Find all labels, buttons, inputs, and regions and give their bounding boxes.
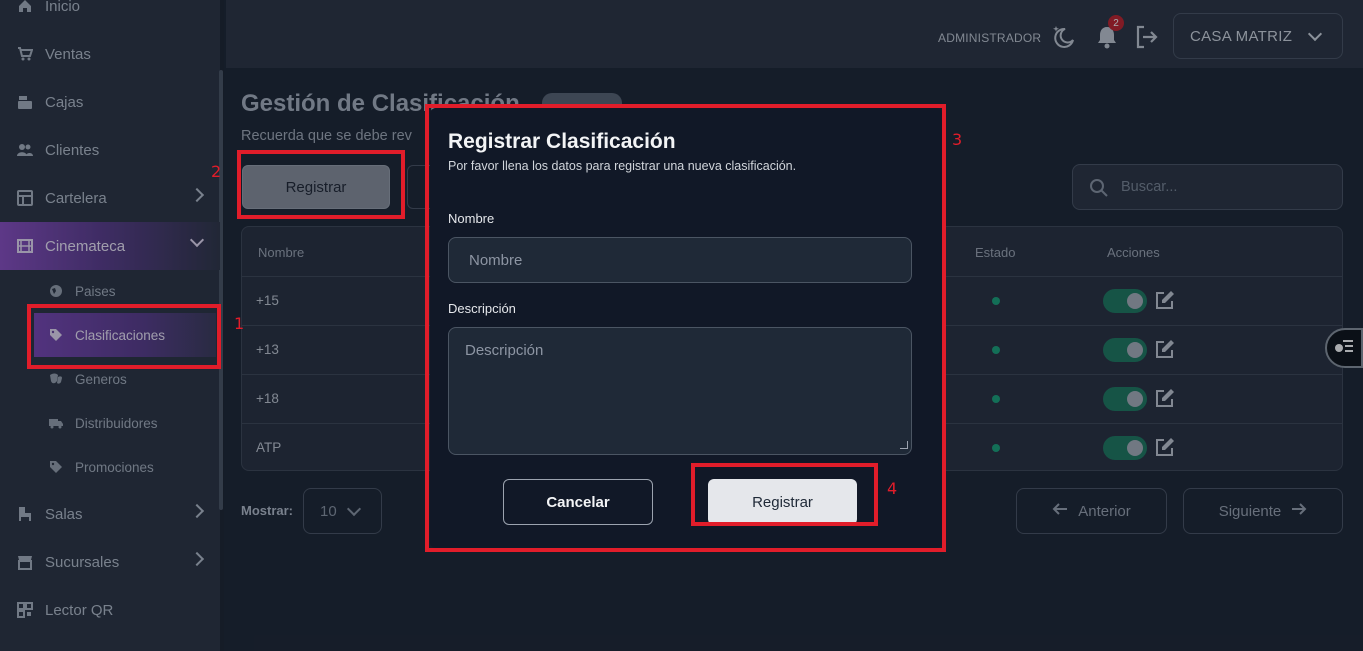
- register-classification-modal: Registrar Clasificación Por favor llena …: [430, 108, 942, 548]
- textarea-resize-handle[interactable]: [900, 441, 908, 449]
- modal-title: Registrar Clasificación: [448, 130, 676, 153]
- name-input[interactable]: [448, 237, 912, 283]
- annotation-number-2: 2: [211, 162, 222, 181]
- description-textarea[interactable]: [448, 327, 912, 455]
- submit-register-button[interactable]: Registrar: [708, 479, 857, 525]
- annotation-number-1: 1: [234, 314, 245, 333]
- annotation-number-4: 4: [887, 479, 898, 498]
- annotation-number-3: 3: [952, 130, 963, 149]
- description-label: Descripción: [448, 301, 516, 316]
- modal-subtitle: Por favor llena los datos para registrar…: [448, 159, 797, 173]
- cancel-button[interactable]: Cancelar: [503, 479, 653, 525]
- name-label: Nombre: [448, 211, 495, 226]
